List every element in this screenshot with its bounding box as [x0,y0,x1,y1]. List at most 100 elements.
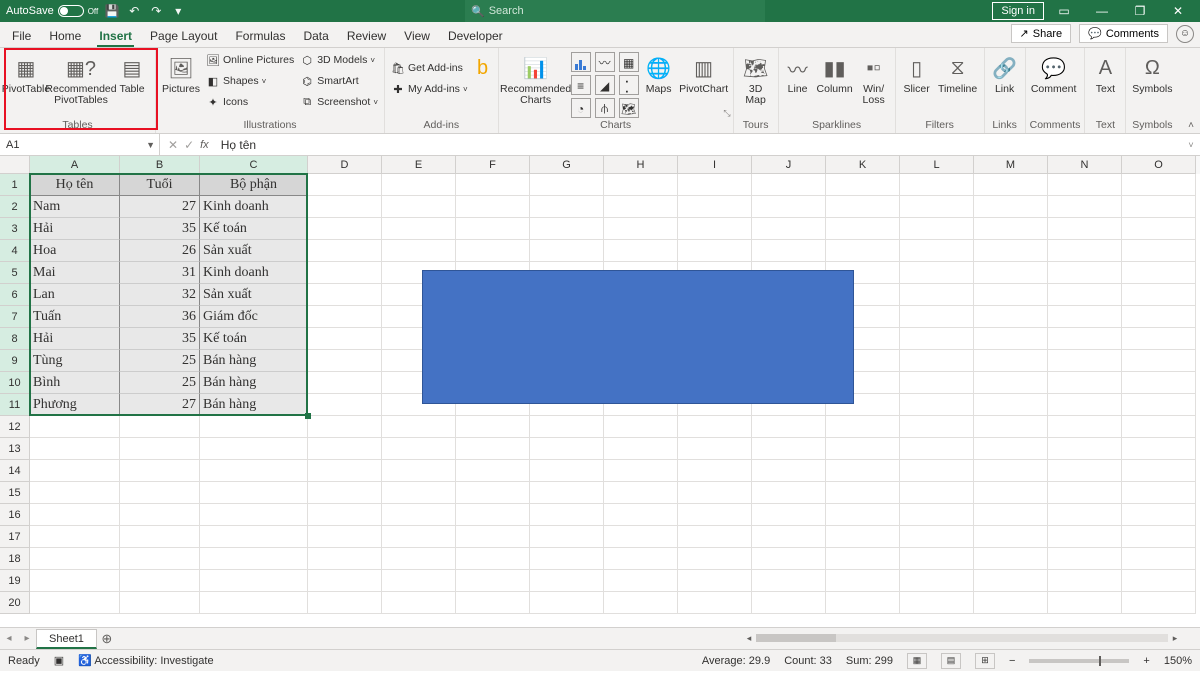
cell[interactable] [382,526,456,548]
cell[interactable] [1048,526,1122,548]
cell[interactable] [826,570,900,592]
cell[interactable] [678,196,752,218]
cell[interactable] [530,438,604,460]
cell[interactable] [30,570,120,592]
cell[interactable] [382,548,456,570]
cell[interactable] [826,416,900,438]
table-data-cell[interactable]: Lan [30,284,120,306]
formula-expand-icon[interactable]: ˅ [1182,134,1200,155]
cell[interactable] [308,350,382,372]
formula-input[interactable]: Họ tên [217,134,1182,155]
cell[interactable] [974,570,1048,592]
cell[interactable] [974,526,1048,548]
cell[interactable] [900,460,974,482]
recommended-charts-button[interactable]: 📊Recommended Charts [503,50,569,106]
table-header-cell[interactable]: Họ tên [30,174,120,196]
cell[interactable] [900,196,974,218]
get-addins-button[interactable]: 🛍Get Add-ins [389,58,470,78]
cell[interactable] [308,196,382,218]
pivot-table-button[interactable]: ▦PivotTable [4,50,48,95]
cell[interactable] [678,438,752,460]
cell[interactable] [1122,174,1196,196]
column-header[interactable]: B [120,156,200,174]
table-data-cell[interactable]: 36 [120,306,200,328]
feedback-smile-icon[interactable]: ☺ [1176,25,1194,43]
cell[interactable] [456,548,530,570]
cell[interactable] [382,438,456,460]
tab-view[interactable]: View [402,25,432,47]
cell[interactable] [1048,416,1122,438]
cell[interactable] [1048,240,1122,262]
sparkline-column-button[interactable]: ▮▮Column [815,50,855,95]
cell[interactable] [752,482,826,504]
cell[interactable] [456,570,530,592]
zoom-in-button[interactable]: + [1143,655,1149,667]
cell[interactable] [382,592,456,614]
namebox-dropdown-icon[interactable]: ▼ [146,140,155,150]
cell[interactable] [604,504,678,526]
cell[interactable] [200,592,308,614]
row-header[interactable]: 20 [0,592,30,614]
cell[interactable] [30,416,120,438]
cell[interactable] [826,240,900,262]
column-header[interactable]: L [900,156,974,174]
text-button[interactable]: AText [1089,50,1121,95]
cell[interactable] [974,350,1048,372]
cell[interactable] [900,284,974,306]
cell[interactable] [1048,262,1122,284]
cell[interactable] [1122,570,1196,592]
row-header[interactable]: 13 [0,438,30,460]
table-data-cell[interactable]: 27 [120,196,200,218]
column-header[interactable]: M [974,156,1048,174]
undo-icon[interactable]: ↶ [126,3,142,19]
table-data-cell[interactable]: 26 [120,240,200,262]
tab-page-layout[interactable]: Page Layout [148,25,219,47]
cell[interactable] [900,372,974,394]
table-data-cell[interactable]: Bán hàng [200,394,308,416]
online-pictures-button[interactable]: 🖼Online Pictures [204,50,296,70]
cell[interactable] [604,460,678,482]
cell[interactable] [678,460,752,482]
row-header[interactable]: 10 [0,372,30,394]
cell[interactable] [30,548,120,570]
cell[interactable] [30,504,120,526]
pivot-chart-button[interactable]: ▥PivotChart [679,50,729,95]
cell[interactable] [1048,218,1122,240]
cell[interactable] [456,504,530,526]
charts-dialog-launcher[interactable]: ⤡ [723,108,730,119]
cell[interactable] [1048,350,1122,372]
row-header[interactable]: 3 [0,218,30,240]
cell[interactable] [456,460,530,482]
cell[interactable] [752,592,826,614]
treemap-chart-button[interactable]: ▦ [619,52,639,72]
cell[interactable] [1048,592,1122,614]
cell[interactable] [900,218,974,240]
cell[interactable] [456,526,530,548]
cell[interactable] [974,482,1048,504]
cell[interactable] [604,482,678,504]
blue-rectangle-shape[interactable] [422,270,854,404]
horizontal-scrollbar[interactable]: ◂ ▸ [742,630,1182,646]
cell[interactable] [1048,174,1122,196]
recommended-pivot-button[interactable]: ▦?Recommended PivotTables [50,50,112,106]
cell[interactable] [1122,592,1196,614]
row-header[interactable]: 19 [0,570,30,592]
macro-record-icon[interactable]: ▣ [54,654,64,667]
cell[interactable] [530,504,604,526]
cell[interactable] [678,526,752,548]
cell[interactable] [456,482,530,504]
cell[interactable] [308,394,382,416]
tab-review[interactable]: Review [345,25,388,47]
row-header[interactable]: 14 [0,460,30,482]
column-header[interactable]: G [530,156,604,174]
cell[interactable] [604,526,678,548]
line-chart-button[interactable]: 〰 [595,52,615,72]
minimize-icon[interactable]: — [1084,0,1120,22]
smartart-button[interactable]: ⌬SmartArt [298,71,380,91]
cell[interactable] [308,592,382,614]
cell[interactable] [382,570,456,592]
column-header[interactable]: K [826,156,900,174]
redo-icon[interactable]: ↷ [148,3,164,19]
worksheet-grid[interactable]: ABCDEFGHIJKLMNO 123456789101112131415161… [0,156,1200,627]
table-data-cell[interactable]: Bán hàng [200,350,308,372]
